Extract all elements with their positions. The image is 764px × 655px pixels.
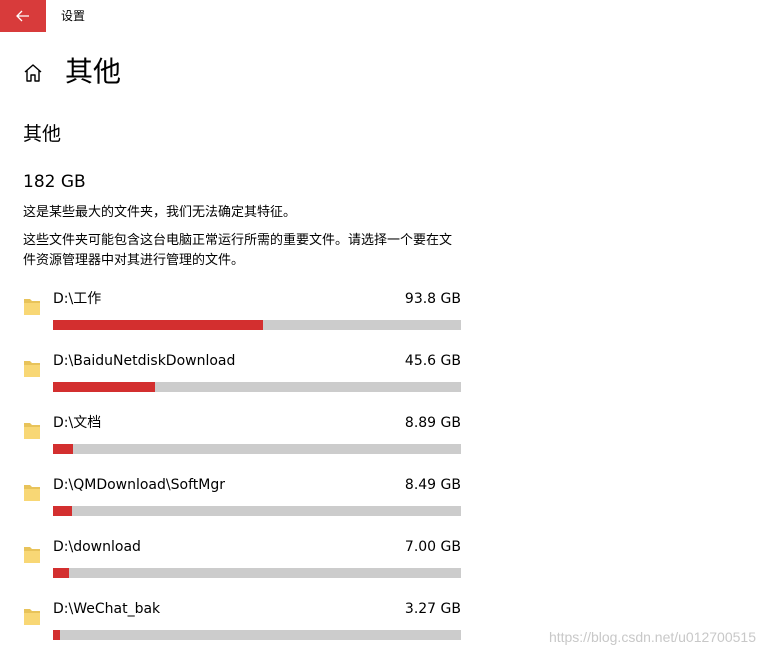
total-size: 182 GB: [23, 172, 86, 192]
window-title: 设置: [61, 9, 86, 23]
folder-path: D:\download: [53, 539, 141, 555]
usage-bar-fill: [53, 568, 69, 578]
folder-size: 45.6 GB: [404, 353, 461, 369]
folder-item[interactable]: D:\工作 93.8 GB: [0, 286, 480, 342]
usage-bar: [53, 630, 461, 640]
description-text: 这是某些最大的文件夹，我们无法确定其特征。: [23, 205, 297, 220]
folder-size: 7.00 GB: [404, 539, 461, 555]
description-text: 这些文件夹可能包含这台电脑正常运行所需的重要文件。请选择一个要在文件资源管理器中…: [23, 233, 453, 268]
folder-item[interactable]: D:\QMDownload\SoftMgr 8.49 GB: [0, 472, 480, 528]
back-arrow-icon: [16, 10, 29, 22]
section-title: 其他: [23, 123, 62, 145]
folder-item[interactable]: D:\WeChat_bak 3.27 GB: [0, 596, 480, 652]
home-icon[interactable]: [22, 62, 44, 84]
folder-path: D:\BaiduNetdiskDownload: [53, 353, 236, 369]
usage-bar: [53, 506, 461, 516]
usage-bar: [53, 444, 461, 454]
usage-bar-fill: [53, 320, 264, 330]
usage-bar-fill: [53, 506, 73, 516]
usage-bar-fill: [53, 382, 155, 392]
usage-bar: [53, 320, 461, 330]
folder-icon: [24, 361, 40, 377]
back-button[interactable]: [0, 0, 46, 32]
folder-icon: [24, 423, 40, 439]
folder-icon: [24, 609, 40, 625]
page-title: 其他: [65, 55, 122, 88]
folder-size: 93.8 GB: [404, 291, 461, 307]
usage-bar: [53, 382, 461, 392]
folder-item[interactable]: D:\文档 8.89 GB: [0, 410, 480, 466]
folder-item[interactable]: D:\BaiduNetdiskDownload 45.6 GB: [0, 348, 480, 404]
usage-bar-fill: [53, 444, 73, 454]
folder-path: D:\文档: [53, 415, 102, 431]
folder-path: D:\WeChat_bak: [53, 601, 161, 617]
folder-icon: [24, 299, 40, 315]
usage-bar-fill: [53, 630, 61, 640]
folder-size: 8.89 GB: [404, 415, 461, 431]
usage-bar: [53, 568, 461, 578]
folder-path: D:\工作: [53, 291, 102, 307]
folder-item[interactable]: D:\download 7.00 GB: [0, 534, 480, 590]
folder-path: D:\QMDownload\SoftMgr: [53, 477, 225, 493]
folder-size: 3.27 GB: [404, 601, 461, 617]
folder-icon: [24, 547, 40, 563]
folder-size: 8.49 GB: [404, 477, 461, 493]
title-bar: 设置: [0, 0, 764, 32]
folder-icon: [24, 485, 40, 501]
watermark: https://blog.csdn.net/u012700515: [548, 629, 756, 645]
